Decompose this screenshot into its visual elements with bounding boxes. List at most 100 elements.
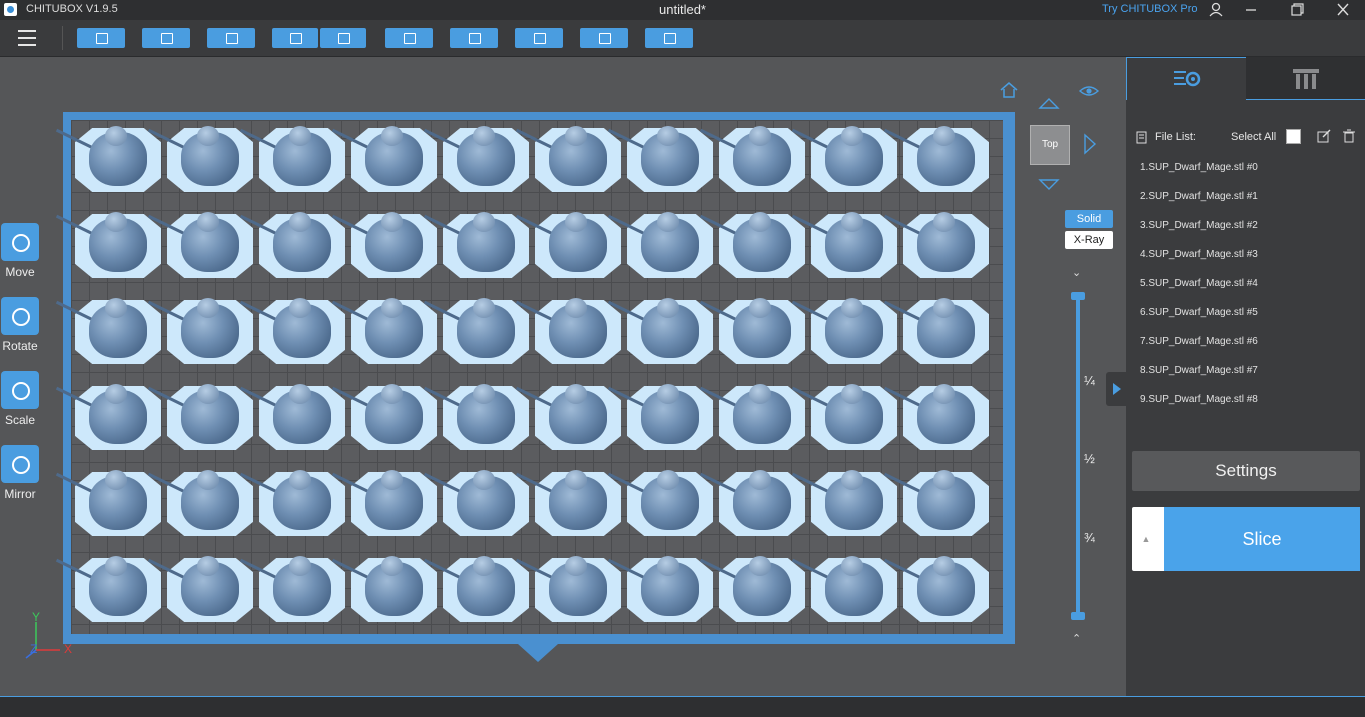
model-on-plate[interactable] (607, 554, 713, 624)
model-on-plate[interactable] (515, 468, 621, 538)
mirror-tool[interactable]: Mirror (0, 445, 40, 501)
home-view-icon[interactable] (998, 80, 1020, 105)
file-list-item[interactable]: 5.SUP_Dwarf_Mage.stl #4 (1140, 278, 1258, 289)
model-on-plate[interactable] (883, 296, 989, 366)
model-on-plate[interactable] (883, 382, 989, 452)
model-on-plate[interactable] (423, 296, 529, 366)
model-on-plate[interactable] (883, 124, 989, 194)
model-on-plate[interactable] (147, 468, 253, 538)
model-on-plate[interactable] (423, 468, 529, 538)
model-on-plate[interactable] (331, 296, 437, 366)
model-on-plate[interactable] (55, 382, 161, 452)
model-on-plate[interactable] (515, 296, 621, 366)
user-icon[interactable] (1203, 1, 1229, 18)
scale-tool[interactable]: Scale (0, 371, 40, 427)
tab-supports[interactable] (1246, 57, 1365, 100)
model-on-plate[interactable] (515, 382, 621, 452)
model-on-plate[interactable] (699, 554, 805, 624)
model-on-plate[interactable] (55, 296, 161, 366)
model-on-plate[interactable] (423, 210, 529, 280)
model-on-plate[interactable] (791, 468, 897, 538)
slider-expand-chevron-icon[interactable]: ⌃ (1072, 632, 1081, 645)
model-on-plate[interactable] (147, 296, 253, 366)
model-on-plate[interactable] (239, 296, 345, 366)
xray-mode-button[interactable]: X-Ray (1065, 231, 1113, 249)
tab-model-settings[interactable] (1126, 57, 1247, 100)
model-on-plate[interactable] (791, 124, 897, 194)
try-pro-link[interactable]: Try CHITUBOX Pro (1102, 3, 1198, 15)
model-on-plate[interactable] (239, 124, 345, 194)
model-on-plate[interactable] (883, 210, 989, 280)
save-button[interactable] (142, 28, 190, 48)
model-on-plate[interactable] (607, 382, 713, 452)
model-on-plate[interactable] (515, 210, 621, 280)
settings-button[interactable]: Settings (1132, 451, 1360, 491)
model-on-plate[interactable] (55, 468, 161, 538)
slice-options-chevron-icon[interactable]: ▲ (1132, 507, 1160, 571)
model-on-plate[interactable] (607, 210, 713, 280)
build-plate[interactable] (55, 112, 1015, 644)
slider-collapse-chevron-icon[interactable]: ⌄ (1072, 266, 1081, 279)
file-list-item[interactable]: 1.SUP_Dwarf_Mage.stl #0 (1140, 162, 1258, 173)
model-on-plate[interactable] (791, 554, 897, 624)
view-cube[interactable]: Top (1030, 125, 1070, 165)
arrange-button[interactable] (450, 28, 498, 48)
model-on-plate[interactable] (883, 468, 989, 538)
model-on-plate[interactable] (331, 468, 437, 538)
model-on-plate[interactable] (515, 554, 621, 624)
file-list-item[interactable]: 9.SUP_Dwarf_Mage.stl #8 (1140, 394, 1258, 405)
model-on-plate[interactable] (423, 124, 529, 194)
panel-toggle-arrow-icon[interactable] (1106, 372, 1126, 406)
model-on-plate[interactable] (331, 210, 437, 280)
model-on-plate[interactable] (239, 210, 345, 280)
model-on-plate[interactable] (699, 124, 805, 194)
file-list-item[interactable]: 7.SUP_Dwarf_Mage.stl #6 (1140, 336, 1258, 347)
select-all-checkbox[interactable] (1286, 129, 1301, 144)
model-on-plate[interactable] (55, 210, 161, 280)
auto-layout-button[interactable] (207, 28, 255, 48)
rotate-tool[interactable]: Rotate (0, 297, 40, 353)
model-on-plate[interactable] (699, 468, 805, 538)
file-list-item[interactable]: 8.SUP_Dwarf_Mage.stl #7 (1140, 365, 1258, 376)
model-on-plate[interactable] (331, 124, 437, 194)
file-list-item[interactable]: 2.SUP_Dwarf_Mage.stl #1 (1140, 191, 1258, 202)
model-on-plate[interactable] (607, 468, 713, 538)
model-on-plate[interactable] (147, 210, 253, 280)
redo-button[interactable] (320, 28, 366, 48)
model-on-plate[interactable] (791, 210, 897, 280)
model-on-plate[interactable] (239, 554, 345, 624)
model-on-plate[interactable] (699, 382, 805, 452)
model-on-plate[interactable] (883, 554, 989, 624)
model-on-plate[interactable] (515, 124, 621, 194)
layer-slider-bottom-handle[interactable] (1071, 612, 1085, 620)
model-on-plate[interactable] (55, 554, 161, 624)
model-on-plate[interactable] (607, 296, 713, 366)
file-list-item[interactable]: 6.SUP_Dwarf_Mage.stl #5 (1140, 307, 1258, 318)
move-tool[interactable]: Move (0, 223, 40, 279)
model-on-plate[interactable] (791, 382, 897, 452)
close-icon[interactable] (1330, 1, 1356, 18)
rename-icon[interactable] (1317, 129, 1331, 143)
undo-button[interactable] (272, 28, 318, 48)
visibility-eye-icon[interactable] (1078, 82, 1100, 105)
view-down-arrow-icon[interactable] (1038, 178, 1060, 197)
hamburger-menu-icon[interactable] (18, 30, 36, 46)
solid-mode-button[interactable]: Solid (1065, 210, 1113, 228)
print-button[interactable] (645, 28, 693, 48)
model-on-plate[interactable] (147, 124, 253, 194)
layer-slider[interactable] (1076, 296, 1080, 618)
hollow-button[interactable] (580, 28, 628, 48)
model-on-plate[interactable] (147, 382, 253, 452)
model-on-plate[interactable] (331, 382, 437, 452)
model-on-plate[interactable] (607, 124, 713, 194)
delete-icon[interactable] (1342, 129, 1356, 143)
model-on-plate[interactable] (423, 554, 529, 624)
layer-slider-top-handle[interactable] (1071, 292, 1085, 300)
model-on-plate[interactable] (331, 554, 437, 624)
view-up-arrow-icon[interactable] (1038, 96, 1060, 115)
duplicate-button[interactable] (385, 28, 433, 48)
view-right-arrow-icon[interactable] (1083, 133, 1097, 160)
minimize-icon[interactable] (1238, 1, 1264, 18)
model-on-plate[interactable] (791, 296, 897, 366)
supports-button[interactable] (515, 28, 563, 48)
